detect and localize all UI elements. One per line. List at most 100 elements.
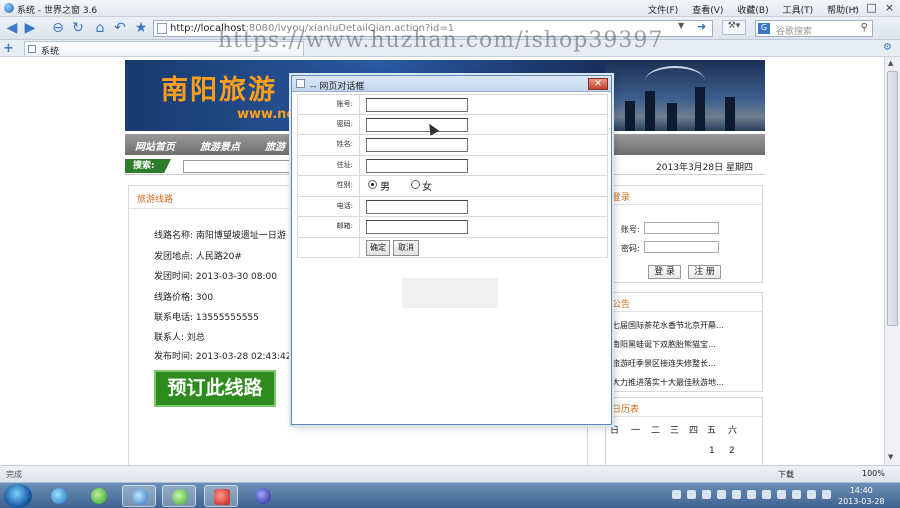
password-input[interactable] (366, 117, 468, 132)
nav-attractions[interactable]: 旅游景点 (200, 138, 240, 153)
tray-icon[interactable] (672, 490, 681, 499)
tray-icon[interactable] (777, 490, 786, 499)
favorite-star-icon[interactable]: ★ (133, 20, 149, 36)
taskbar-ie[interactable] (42, 485, 76, 507)
close-button[interactable]: × (885, 1, 894, 14)
tray-icon[interactable] (702, 490, 711, 499)
tab-menu-icon[interactable]: ⚙ (883, 42, 892, 53)
tray-icon[interactable] (687, 490, 696, 499)
home-icon[interactable]: ⌂ (92, 20, 108, 36)
taskbar-world-window[interactable] (122, 485, 156, 507)
search-icon[interactable]: ⚲ (861, 22, 868, 33)
notice-item[interactable]: 大力推进落实十大最佳秋游地… (612, 377, 724, 388)
email-input[interactable] (366, 220, 468, 234)
ok-button[interactable]: 确定 (366, 239, 390, 256)
tray-icon[interactable] (807, 490, 816, 499)
account-input[interactable] (366, 98, 468, 112)
address-dropdown-icon[interactable]: ▼ (678, 21, 684, 30)
menu-view[interactable]: 查看(V) (692, 3, 723, 16)
dialog-titlebar: -- 网页对话框 ✕ (292, 76, 611, 92)
undo-icon[interactable]: ↶ (112, 20, 128, 36)
search-box[interactable]: G 谷歌搜索 ⚲ (755, 20, 873, 37)
zoom-level[interactable]: 100% (862, 469, 885, 478)
address-input[interactable] (366, 158, 468, 173)
refresh-icon[interactable]: ↻ (70, 20, 86, 36)
notice-item[interactable]: 南阳黑蛙诞下双胞胎熊猫宝… (612, 339, 716, 350)
building-shape (667, 103, 677, 131)
password-label: 密码: (298, 114, 360, 134)
stop-icon[interactable]: ⊖ (50, 20, 66, 36)
maximize-button[interactable]: □ (866, 1, 876, 14)
phone-label: 电话: (298, 196, 360, 216)
system-tray (672, 490, 831, 499)
building-shape (625, 101, 635, 131)
site-url: www.ne (237, 107, 296, 122)
form-row-password: 密码: (297, 114, 608, 135)
minimize-button[interactable]: – (853, 1, 859, 14)
new-tab-icon[interactable]: + (3, 41, 14, 56)
start-button[interactable] (4, 484, 32, 508)
form-row-account: 账号: (297, 94, 608, 115)
tools-button[interactable]: ⚒▾ (722, 20, 746, 35)
tray-icon[interactable] (747, 490, 756, 499)
email-label: 邮箱: (298, 217, 360, 237)
status-text: 完成 (6, 470, 22, 479)
taskbar: 14:40 2013-03-28 (0, 482, 900, 508)
gender-female-label[interactable]: 女 (422, 178, 432, 193)
clock[interactable]: 14:40 2013-03-28 (838, 485, 885, 507)
gender-male-radio[interactable] (368, 180, 377, 189)
cancel-button[interactable]: 取消 (393, 239, 419, 256)
calendar-day[interactable]: 1 (709, 446, 715, 456)
taskbar-browser[interactable] (82, 485, 116, 507)
taskbar-app-green[interactable] (162, 485, 196, 507)
route-contact: 联系人: 刘总 (154, 333, 205, 343)
name-label: 姓名: (298, 135, 360, 155)
notice-item[interactable]: 七届国际茶花水香节北京开幕… (612, 320, 724, 331)
address-label: 住址: (298, 155, 360, 175)
site-search-input[interactable] (183, 160, 303, 173)
world-window-icon (132, 489, 148, 505)
gender-male-label[interactable]: 男 (380, 178, 390, 193)
search-engine-icon[interactable]: G (758, 23, 770, 34)
tray-icon[interactable] (717, 490, 726, 499)
login-account-input[interactable] (644, 222, 719, 234)
gender-female-radio[interactable] (411, 180, 420, 189)
tray-icon[interactable] (762, 490, 771, 499)
dialog-render-artifact (402, 278, 498, 308)
forward-arrow-icon[interactable]: ▶ (22, 20, 38, 36)
scrollbar-thumb[interactable] (887, 71, 898, 326)
route-phone: 联系电话: 13555555555 (154, 313, 259, 323)
download-button[interactable]: 下载 (778, 469, 794, 480)
taskbar-app-blue[interactable] (246, 485, 280, 507)
go-arrow-icon[interactable]: ➜ (697, 20, 711, 35)
menu-favorites[interactable]: 收藏(B) (737, 3, 768, 16)
tray-icon[interactable] (732, 490, 741, 499)
notice-item[interactable]: 旅游旺季景区接连失修整长… (612, 358, 716, 369)
vertical-scrollbar[interactable]: ▲ ▼ (884, 57, 900, 465)
login-password-input[interactable] (644, 241, 719, 253)
phone-input[interactable] (366, 199, 468, 214)
nav-home[interactable]: 网站首页 (135, 138, 175, 153)
nav-travel[interactable]: 旅游 (265, 138, 285, 153)
calendar-panel: 日历表 日 一 二 三 四 五 六 1 2 (605, 397, 763, 470)
tray-icon[interactable] (792, 490, 801, 499)
window-titlebar: 系统 - 世界之窗 3.6 文件(F) 查看(V) 收藏(B) 工具(T) 帮助… (0, 0, 900, 17)
dialog-close-button[interactable]: ✕ (588, 78, 608, 90)
menu-tools[interactable]: 工具(T) (783, 3, 814, 16)
login-button[interactable]: 登 录 (648, 265, 681, 279)
scroll-down-icon[interactable]: ▼ (888, 453, 893, 461)
taskbar-app-red[interactable] (204, 485, 238, 507)
book-route-button[interactable]: 预订此线路 (154, 370, 276, 407)
divider (606, 204, 762, 205)
name-input[interactable] (366, 138, 468, 152)
register-button[interactable]: 注 册 (688, 265, 721, 279)
notice-panel: 公告 七届国际茶花水香节北京开幕… 南阳黑蛙诞下双胞胎熊猫宝… 旅游旺季景区接连… (605, 292, 763, 392)
scroll-up-icon[interactable]: ▲ (888, 59, 893, 67)
menu-file[interactable]: 文件(F) (648, 3, 678, 16)
back-arrow-icon[interactable]: ◀ (4, 20, 20, 36)
calendar-day[interactable]: 2 (729, 446, 735, 456)
divider (606, 311, 762, 312)
route-name: 线路名称: 南阳博望坡遗址一日游 (154, 231, 286, 241)
app-icon (172, 489, 188, 505)
tray-icon[interactable] (822, 490, 831, 499)
